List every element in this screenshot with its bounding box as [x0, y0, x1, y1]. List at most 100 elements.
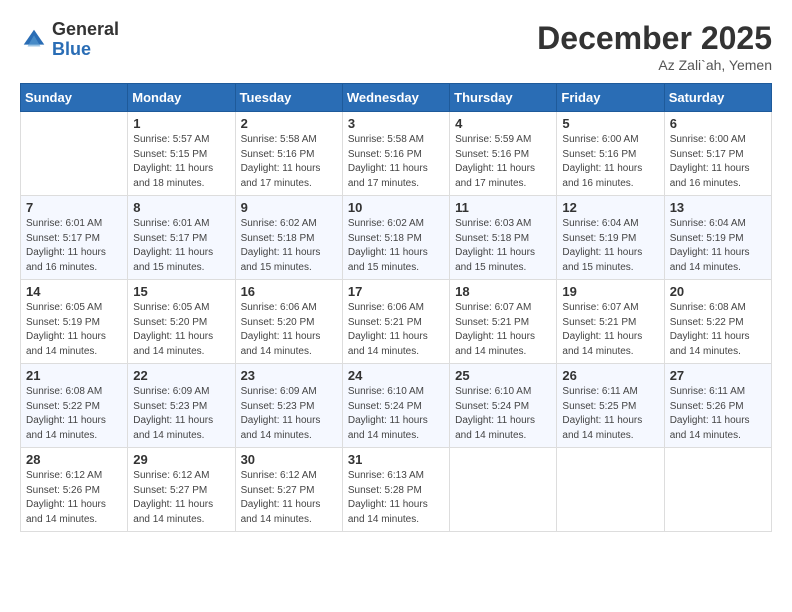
calendar-cell: 26 Sunrise: 6:11 AMSunset: 5:25 PMDayligh…	[557, 364, 664, 448]
day-number: 30	[241, 452, 337, 467]
col-header-sunday: Sunday	[21, 84, 128, 112]
day-info: Sunrise: 6:06 AMSunset: 5:21 PMDaylight:…	[348, 301, 444, 359]
col-header-tuesday: Tuesday	[235, 84, 342, 112]
calendar-cell: 7 Sunrise: 6:01 AMSunset: 5:17 PMDaylight…	[21, 196, 128, 280]
day-number: 15	[133, 284, 229, 299]
calendar-cell: 31Sunrise: 6:13 AMSunset: 5:28 PMDayligh…	[342, 448, 449, 532]
calendar-week-2: 7 Sunrise: 6:01 AMSunset: 5:17 PMDaylight…	[21, 196, 772, 280]
day-number: 17	[348, 284, 444, 299]
day-number: 23	[241, 368, 337, 383]
day-number: 19	[562, 284, 658, 299]
day-number: 5	[562, 116, 658, 131]
day-number: 2	[241, 116, 337, 131]
calendar-cell: 19 Sunrise: 6:07 AMSunset: 5:21 PMDayligh…	[557, 280, 664, 364]
day-info: Sunrise: 5:57 AMSunset: 5:15 PMDaylight:…	[133, 133, 229, 191]
day-number: 8	[133, 200, 229, 215]
calendar-week-3: 14Sunrise: 6:05 AMSunset: 5:19 PMDayligh…	[21, 280, 772, 364]
calendar-cell: 28 Sunrise: 6:12 AMSunset: 5:26 PMDayligh…	[21, 448, 128, 532]
day-info: Sunrise: 6:01 AMSunset: 5:17 PMDaylight:…	[26, 217, 122, 275]
day-info: Sunrise: 6:12 AMSunset: 5:26 PMDaylight:…	[26, 469, 122, 527]
day-info: Sunrise: 6:05 AMSunset: 5:20 PMDaylight:…	[133, 301, 229, 359]
calendar-cell: 11 Sunrise: 6:03 AMSunset: 5:18 PMDayligh…	[450, 196, 557, 280]
day-info: Sunrise: 6:09 AMSunset: 5:23 PMDaylight:…	[241, 385, 337, 443]
calendar-cell: 8Sunrise: 6:01 AMSunset: 5:17 PMDaylight…	[128, 196, 235, 280]
col-header-friday: Friday	[557, 84, 664, 112]
col-header-monday: Monday	[128, 84, 235, 112]
calendar-cell: 16 Sunrise: 6:06 AMSunset: 5:20 PMDayligh…	[235, 280, 342, 364]
day-info: Sunrise: 6:05 AMSunset: 5:19 PMDaylight:…	[26, 301, 122, 359]
calendar-cell: 4 Sunrise: 5:59 AMSunset: 5:16 PMDaylight…	[450, 112, 557, 196]
calendar-cell: 23 Sunrise: 6:09 AMSunset: 5:23 PMDayligh…	[235, 364, 342, 448]
calendar-cell: 9 Sunrise: 6:02 AMSunset: 5:18 PMDaylight…	[235, 196, 342, 280]
day-info: Sunrise: 5:59 AMSunset: 5:16 PMDaylight:…	[455, 133, 551, 191]
day-number: 24	[348, 368, 444, 383]
calendar-cell: 12Sunrise: 6:04 AMSunset: 5:19 PMDayligh…	[557, 196, 664, 280]
day-info: Sunrise: 6:03 AMSunset: 5:18 PMDaylight:…	[455, 217, 551, 275]
day-number: 28	[26, 452, 122, 467]
calendar-cell	[664, 448, 771, 532]
day-info: Sunrise: 6:13 AMSunset: 5:28 PMDaylight:…	[348, 469, 444, 527]
calendar-cell: 25 Sunrise: 6:10 AMSunset: 5:24 PMDayligh…	[450, 364, 557, 448]
day-number: 25	[455, 368, 551, 383]
day-number: 3	[348, 116, 444, 131]
calendar-table: SundayMondayTuesdayWednesdayThursdayFrid…	[20, 83, 772, 532]
calendar-cell: 6Sunrise: 6:00 AMSunset: 5:17 PMDaylight…	[664, 112, 771, 196]
day-info: Sunrise: 6:12 AMSunset: 5:27 PMDaylight:…	[133, 469, 229, 527]
day-info: Sunrise: 6:11 AMSunset: 5:26 PMDaylight:…	[670, 385, 766, 443]
calendar-cell: 22 Sunrise: 6:09 AMSunset: 5:23 PMDayligh…	[128, 364, 235, 448]
day-info: Sunrise: 6:11 AMSunset: 5:25 PMDaylight:…	[562, 385, 658, 443]
day-number: 20	[670, 284, 766, 299]
calendar-week-4: 21 Sunrise: 6:08 AMSunset: 5:22 PMDayligh…	[21, 364, 772, 448]
calendar-week-1: 1Sunrise: 5:57 AMSunset: 5:15 PMDaylight…	[21, 112, 772, 196]
day-info: Sunrise: 6:06 AMSunset: 5:20 PMDaylight:…	[241, 301, 337, 359]
calendar-cell: 14Sunrise: 6:05 AMSunset: 5:19 PMDayligh…	[21, 280, 128, 364]
calendar-cell	[450, 448, 557, 532]
day-number: 9	[241, 200, 337, 215]
day-number: 29	[133, 452, 229, 467]
day-number: 11	[455, 200, 551, 215]
col-header-thursday: Thursday	[450, 84, 557, 112]
calendar-cell: 21 Sunrise: 6:08 AMSunset: 5:22 PMDayligh…	[21, 364, 128, 448]
calendar-cell: 1Sunrise: 5:57 AMSunset: 5:15 PMDaylight…	[128, 112, 235, 196]
page-header: General Blue December 2025 Az Zali`ah, Y…	[20, 20, 772, 73]
col-header-wednesday: Wednesday	[342, 84, 449, 112]
day-number: 27	[670, 368, 766, 383]
day-number: 18	[455, 284, 551, 299]
calendar-cell: 27 Sunrise: 6:11 AMSunset: 5:26 PMDayligh…	[664, 364, 771, 448]
day-info: Sunrise: 5:58 AMSunset: 5:16 PMDaylight:…	[348, 133, 444, 191]
day-number: 21	[26, 368, 122, 383]
col-header-saturday: Saturday	[664, 84, 771, 112]
calendar-cell: 15 Sunrise: 6:05 AMSunset: 5:20 PMDayligh…	[128, 280, 235, 364]
day-info: Sunrise: 6:02 AMSunset: 5:18 PMDaylight:…	[348, 217, 444, 275]
calendar-cell: 2Sunrise: 5:58 AMSunset: 5:16 PMDaylight…	[235, 112, 342, 196]
day-number: 10	[348, 200, 444, 215]
day-info: Sunrise: 6:08 AMSunset: 5:22 PMDaylight:…	[670, 301, 766, 359]
day-number: 7	[26, 200, 122, 215]
calendar-cell: 3 Sunrise: 5:58 AMSunset: 5:16 PMDaylight…	[342, 112, 449, 196]
day-number: 16	[241, 284, 337, 299]
calendar-cell: 24 Sunrise: 6:10 AMSunset: 5:24 PMDayligh…	[342, 364, 449, 448]
calendar-header-row: SundayMondayTuesdayWednesdayThursdayFrid…	[21, 84, 772, 112]
day-info: Sunrise: 6:00 AMSunset: 5:17 PMDaylight:…	[670, 133, 766, 191]
day-number: 22	[133, 368, 229, 383]
day-number: 12	[562, 200, 658, 215]
day-info: Sunrise: 6:07 AMSunset: 5:21 PMDaylight:…	[562, 301, 658, 359]
day-info: Sunrise: 6:02 AMSunset: 5:18 PMDaylight:…	[241, 217, 337, 275]
calendar-cell: 13Sunrise: 6:04 AMSunset: 5:19 PMDayligh…	[664, 196, 771, 280]
calendar-cell	[21, 112, 128, 196]
calendar-cell: 18Sunrise: 6:07 AMSunset: 5:21 PMDayligh…	[450, 280, 557, 364]
day-number: 26	[562, 368, 658, 383]
logo-icon	[20, 26, 48, 54]
day-info: Sunrise: 6:09 AMSunset: 5:23 PMDaylight:…	[133, 385, 229, 443]
calendar-cell	[557, 448, 664, 532]
day-number: 4	[455, 116, 551, 131]
logo-general-text: General	[52, 20, 119, 40]
day-info: Sunrise: 6:10 AMSunset: 5:24 PMDaylight:…	[455, 385, 551, 443]
calendar-cell: 5Sunrise: 6:00 AMSunset: 5:16 PMDaylight…	[557, 112, 664, 196]
title-block: December 2025 Az Zali`ah, Yemen	[537, 20, 772, 73]
calendar-cell: 29 Sunrise: 6:12 AMSunset: 5:27 PMDayligh…	[128, 448, 235, 532]
calendar-week-5: 28 Sunrise: 6:12 AMSunset: 5:26 PMDayligh…	[21, 448, 772, 532]
day-info: Sunrise: 6:12 AMSunset: 5:27 PMDaylight:…	[241, 469, 337, 527]
day-info: Sunrise: 6:10 AMSunset: 5:24 PMDaylight:…	[348, 385, 444, 443]
day-info: Sunrise: 6:08 AMSunset: 5:22 PMDaylight:…	[26, 385, 122, 443]
